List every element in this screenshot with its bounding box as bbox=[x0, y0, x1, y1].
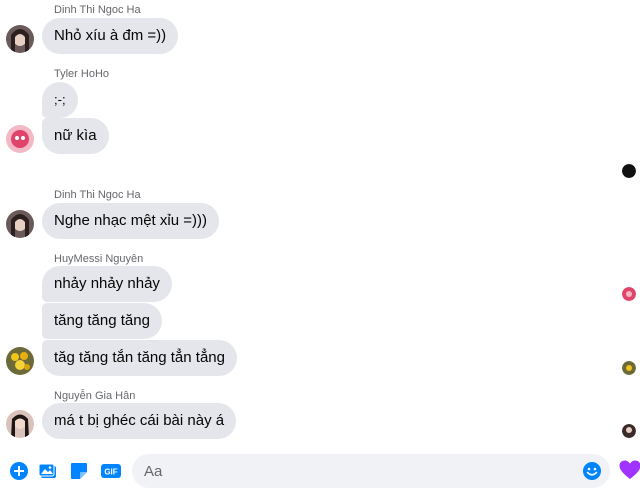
message-bubble[interactable]: tăng tăng tăng bbox=[42, 303, 162, 339]
message-bubble[interactable]: ;-; bbox=[42, 82, 78, 118]
message-bubble[interactable]: Nghe nhạc mệt xỉu =))) bbox=[42, 203, 219, 239]
sender-name: Tyler HoHo bbox=[54, 68, 110, 80]
sender-name: Dinh Thi Ngoc Ha bbox=[54, 189, 141, 201]
image-icon[interactable] bbox=[37, 460, 59, 482]
sender-name: HuyMessi Nguyên bbox=[54, 253, 144, 265]
sender-name: Nguyễn Gia Hân bbox=[54, 390, 136, 402]
seen-avatar bbox=[622, 361, 636, 375]
gif-label: GIF bbox=[104, 468, 117, 477]
message-bubble[interactable]: má t bị ghéc cái bài này á bbox=[42, 403, 237, 439]
message-bubble[interactable]: Nhỏ xíu à đm =)) bbox=[42, 18, 179, 54]
avatar[interactable] bbox=[6, 410, 34, 438]
avatar[interactable] bbox=[6, 125, 34, 153]
avatar[interactable] bbox=[6, 25, 34, 53]
avatar[interactable] bbox=[6, 347, 34, 375]
gif-icon[interactable]: GIF bbox=[100, 460, 122, 482]
sticker-icon[interactable] bbox=[68, 460, 90, 482]
avatar[interactable] bbox=[6, 210, 34, 238]
message-bubble[interactable]: nữ kìa bbox=[42, 118, 109, 154]
heart-icon[interactable] bbox=[618, 458, 640, 482]
message-bubble[interactable]: nhảy nhảy nhảy bbox=[42, 266, 172, 302]
emoji-icon[interactable] bbox=[582, 461, 602, 481]
seen-avatar bbox=[622, 424, 636, 438]
message-bubble[interactable]: tăg tăng tắn tăng tẳn tẳng bbox=[42, 340, 237, 376]
message-input[interactable] bbox=[144, 454, 584, 488]
seen-avatar bbox=[622, 164, 636, 178]
seen-avatar bbox=[622, 287, 636, 301]
message-input-wrapper bbox=[132, 454, 610, 488]
sender-name: Dinh Thi Ngoc Ha bbox=[54, 4, 141, 16]
message-composer: GIF bbox=[0, 448, 640, 494]
plus-icon[interactable] bbox=[8, 460, 30, 482]
